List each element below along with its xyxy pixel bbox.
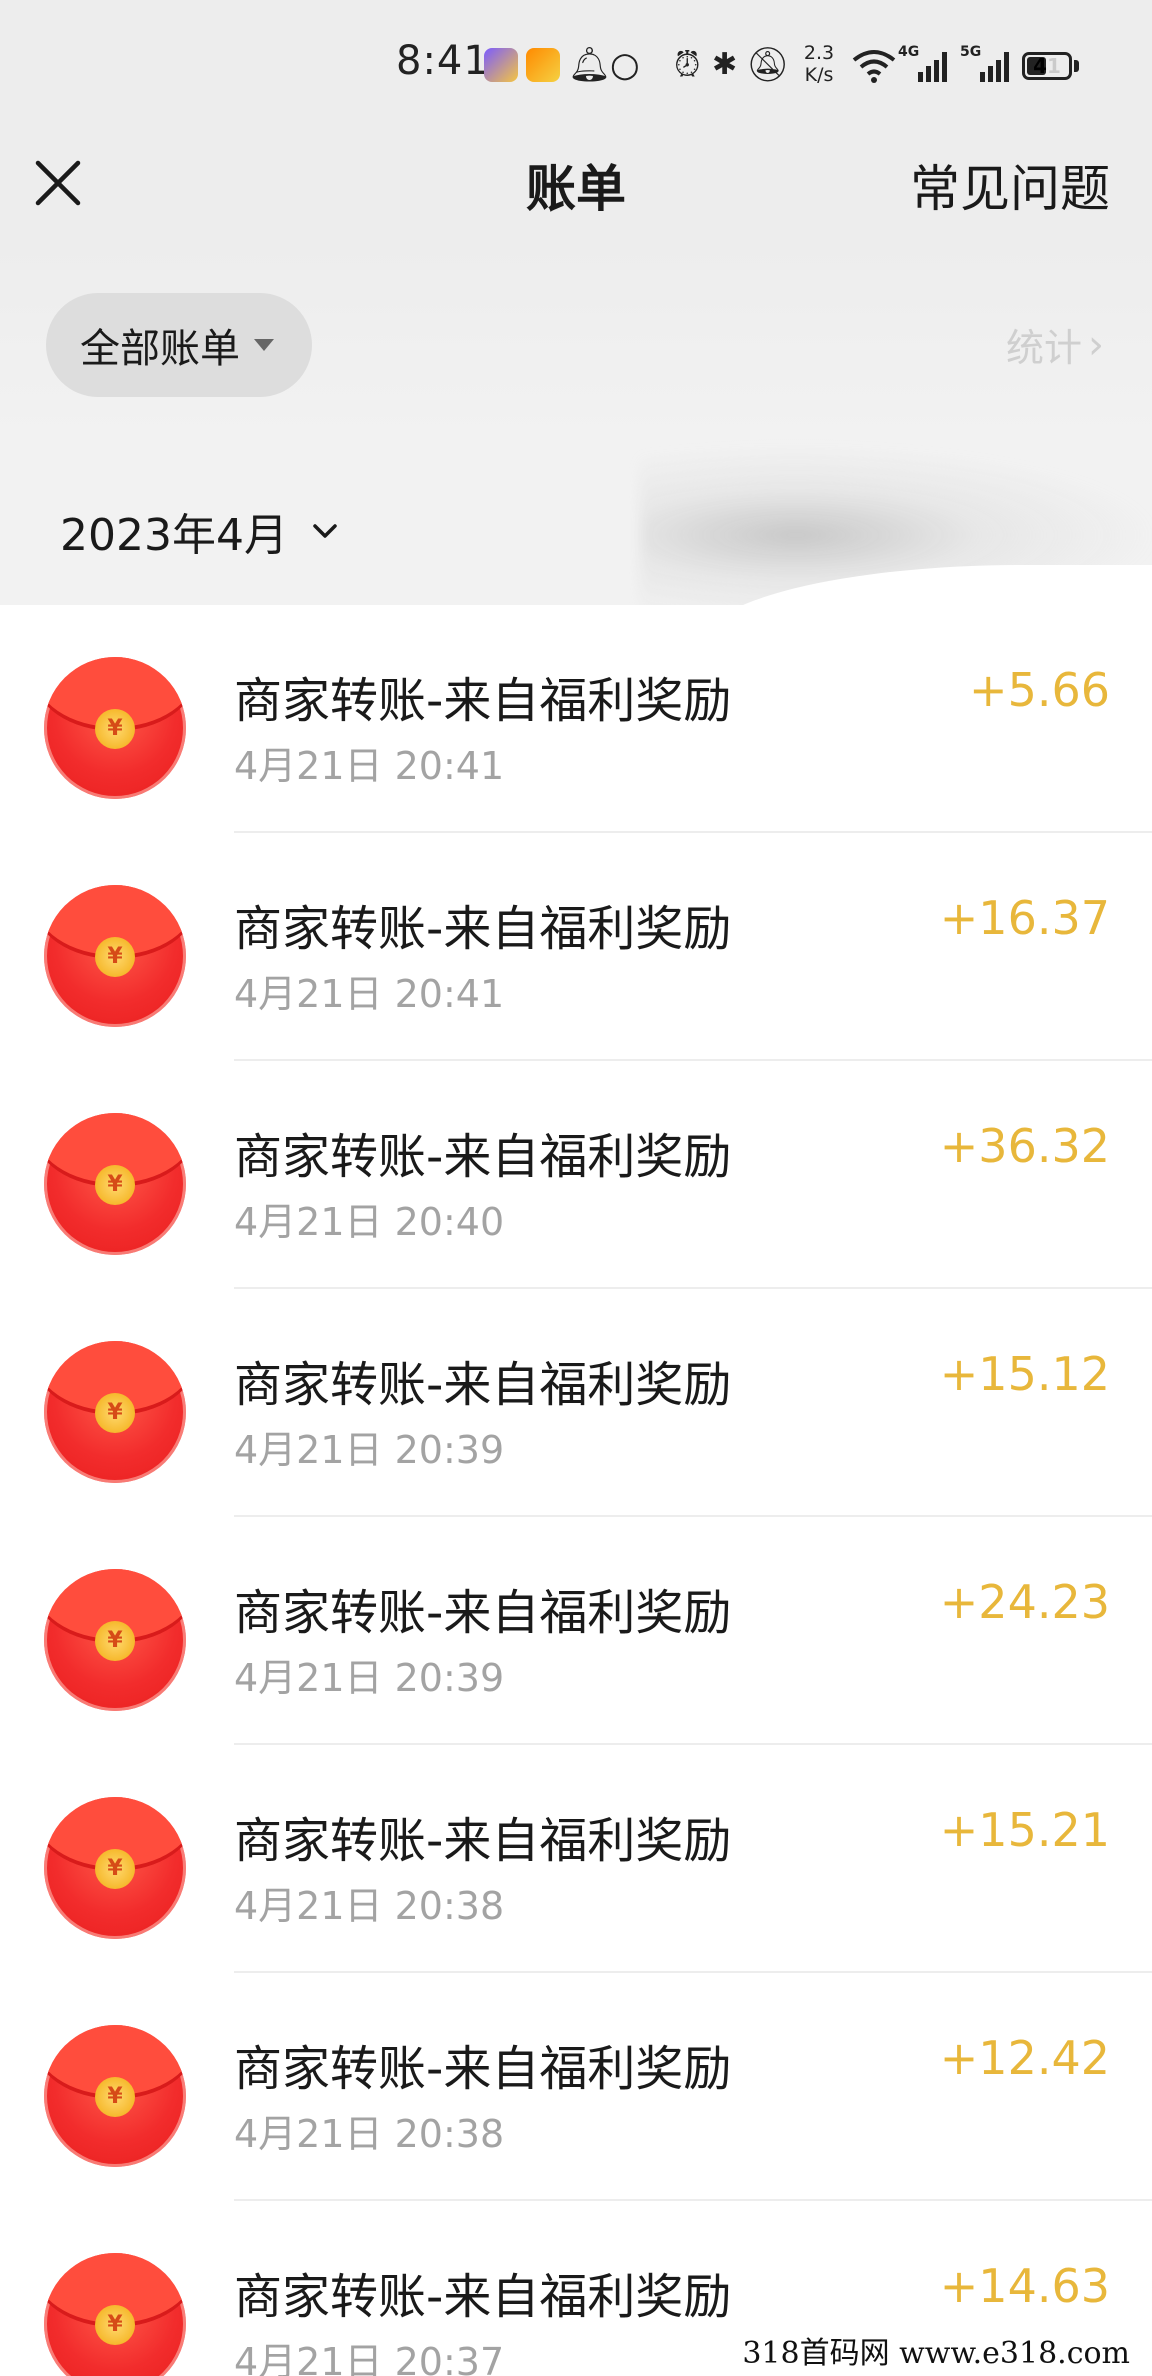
stats-label: 统计: [1005, 326, 1082, 370]
status-bar: 8:41 🔔︎ ○ ⏰︎ ✱ 🔕︎ 2.3 K/s 4G 5G 41: [0, 0, 1152, 135]
coin-symbol: ¥: [95, 709, 135, 749]
red-packet-icon: ¥: [44, 2025, 186, 2167]
loading-icon: ○: [610, 45, 640, 85]
transaction-title: 商家转账-来自福利奖励: [234, 1585, 732, 1641]
transaction-row[interactable]: ¥ 商家转账-来自福利奖励 4月21日 20:38 +15.21: [0, 1745, 1152, 1973]
transaction-title: 商家转账-来自福利奖励: [234, 901, 732, 957]
transaction-title: 商家转账-来自福利奖励: [234, 2041, 732, 2097]
transaction-row[interactable]: ¥ 商家转账-来自福利奖励 4月21日 20:41 +5.66: [0, 605, 1152, 833]
transaction-title: 商家转账-来自福利奖励: [234, 1357, 732, 1413]
bill-type-filter-label: 全部账单: [80, 326, 240, 372]
red-packet-icon: ¥: [44, 1797, 186, 1939]
transaction-list: ¥ 商家转账-来自福利奖励 4月21日 20:41 +5.66 ¥ 商家转账-来…: [0, 605, 1152, 2376]
coin-symbol: ¥: [95, 1621, 135, 1661]
red-packet-icon: ¥: [44, 657, 186, 799]
transaction-amount: +5.66: [969, 663, 1110, 717]
status-time: 8:41: [396, 38, 490, 84]
transaction-time: 4月21日 20:39: [234, 1428, 505, 1472]
battery-level: 41: [1033, 54, 1061, 78]
stats-link[interactable]: 统计 ›: [1006, 317, 1104, 372]
transaction-amount: +15.12: [939, 1347, 1110, 1401]
transaction-time: 4月21日 20:39: [234, 1656, 505, 1700]
transaction-time: 4月21日 20:38: [234, 2112, 505, 2156]
red-packet-icon: ¥: [44, 885, 186, 1027]
transaction-title: 商家转账-来自福利奖励: [234, 1813, 732, 1869]
month-bar: 2023年4月: [0, 445, 1152, 645]
transaction-title: 商家转账-来自福利奖励: [234, 2269, 732, 2325]
red-packet-icon: ¥: [44, 2253, 186, 2376]
bill-type-filter-button[interactable]: 全部账单: [46, 293, 312, 397]
transaction-row[interactable]: ¥ 商家转账-来自福利奖励 4月21日 20:41 +16.37: [0, 833, 1152, 1061]
network-speed-unit: K/s: [804, 64, 834, 86]
transaction-row[interactable]: ¥ 商家转账-来自福利奖励 4月21日 20:38 +12.42: [0, 1973, 1152, 2201]
transaction-time: 4月21日 20:40: [234, 1200, 505, 1244]
alarm-icon: ⏰︎: [674, 45, 701, 85]
transaction-time: 4月21日 20:38: [234, 1884, 505, 1928]
caret-down-icon: [254, 339, 274, 351]
qq-bell-icon: 🔔︎: [568, 45, 612, 85]
transaction-amount: +14.63: [939, 2259, 1110, 2313]
transaction-amount: +36.32: [939, 1119, 1110, 1173]
wifi-icon: [852, 50, 896, 83]
coin-symbol: ¥: [95, 1165, 135, 1205]
month-label: 2023年4月: [60, 510, 288, 561]
watermark: 318首码网 www.e318.com: [734, 2326, 1138, 2374]
coin-symbol: ¥: [95, 937, 135, 977]
transaction-amount: +24.23: [939, 1575, 1110, 1629]
faq-link[interactable]: 常见问题: [910, 149, 1110, 221]
coin-symbol: ¥: [95, 1849, 135, 1889]
signal-icon: [918, 50, 947, 82]
transaction-time: 4月21日 20:41: [234, 972, 505, 1016]
transaction-amount: +12.42: [939, 2031, 1110, 2085]
coin-symbol: ¥: [95, 2305, 135, 2345]
chevron-right-icon: ›: [1088, 321, 1104, 368]
filter-area: 全部账单 统计 ›: [0, 245, 1152, 445]
sim1-network-tag: 4G: [898, 44, 920, 60]
red-packet-icon: ¥: [44, 1569, 186, 1711]
app-notification-icon-2: [526, 48, 560, 82]
transaction-row[interactable]: ¥ 商家转账-来自福利奖励 4月21日 20:39 +15.12: [0, 1289, 1152, 1517]
coin-symbol: ¥: [95, 1393, 135, 1433]
battery-icon: 41: [1022, 52, 1072, 80]
transaction-row[interactable]: ¥ 商家转账-来自福利奖励 4月21日 20:40 +36.32: [0, 1061, 1152, 1289]
transaction-time: 4月21日 20:41: [234, 744, 505, 788]
mute-icon: 🔕︎: [746, 45, 790, 85]
battery-cap: [1074, 60, 1079, 72]
transaction-amount: +15.21: [939, 1803, 1110, 1857]
network-speed-value: 2.3: [803, 42, 835, 64]
red-packet-icon: ¥: [44, 1341, 186, 1483]
chevron-down-icon: [313, 524, 337, 538]
signal-icon-2: [980, 50, 1009, 82]
transaction-row[interactable]: ¥ 商家转账-来自福利奖励 4月21日 20:39 +24.23: [0, 1517, 1152, 1745]
nav-bar: 账单 常见问题: [0, 135, 1152, 245]
transaction-title: 商家转账-来自福利奖励: [234, 673, 732, 729]
app-notification-icon-1: [484, 48, 518, 82]
sim2-network-tag: 5G: [960, 44, 982, 60]
transaction-amount: +16.37: [939, 891, 1110, 945]
coin-symbol: ¥: [95, 2077, 135, 2117]
month-selector[interactable]: 2023年4月: [60, 499, 340, 563]
transaction-title: 商家转账-来自福利奖励: [234, 1129, 732, 1185]
bluetooth-icon: ✱: [712, 47, 738, 82]
red-packet-icon: ¥: [44, 1113, 186, 1255]
network-speed: 2.3 K/s: [796, 42, 842, 86]
transaction-time: 4月21日 20:37: [234, 2340, 505, 2376]
